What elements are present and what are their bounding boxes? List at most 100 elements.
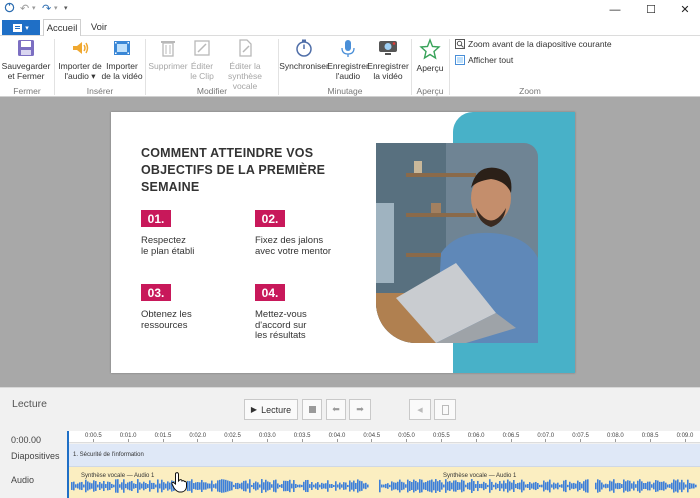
- stop-icon: [308, 406, 316, 413]
- waveform-bar: [523, 481, 525, 491]
- waveform-bar: [287, 481, 289, 491]
- waveform-bar: [603, 484, 605, 488]
- ruler-tick: [93, 439, 94, 442]
- waveform-bar: [531, 483, 533, 489]
- audio-track[interactable]: Synthèse vocale — Audio 1 Synthèse vocal…: [67, 467, 700, 498]
- import-audio-button[interactable]: Importer de l'audio ▾: [57, 38, 103, 81]
- waveform-bar: [347, 484, 349, 488]
- objective-badge-3: 03.: [141, 284, 171, 301]
- waveform-bar: [525, 484, 527, 488]
- ruler-tick: [371, 439, 373, 442]
- record-audio-button[interactable]: Enregistrer l'audio: [327, 38, 369, 81]
- group-fermer: Fermer: [13, 86, 41, 96]
- waveform-bar: [691, 483, 693, 489]
- maximize-button[interactable]: ☐: [634, 0, 668, 19]
- next-button[interactable]: ➡: [349, 399, 371, 420]
- undo-dropdown-icon[interactable]: ▾: [32, 2, 36, 16]
- waveform-bar: [85, 479, 87, 493]
- waveform-bar: [583, 481, 585, 491]
- waveform-bar: [127, 482, 129, 490]
- sync-label: Synchroniser: [279, 61, 329, 71]
- track-label-slides: Diapositives: [11, 451, 60, 461]
- waveform-bar: [335, 481, 337, 491]
- save-close-button[interactable]: Sauvegarder et Fermer: [2, 38, 50, 81]
- tab-accueil[interactable]: Accueil: [43, 19, 81, 37]
- waveform-bar: [661, 481, 663, 491]
- waveform-bar: [315, 483, 317, 489]
- edit-clip-button[interactable]: Éditer le Clip: [186, 38, 218, 81]
- undo-icon[interactable]: ↶: [20, 2, 29, 16]
- slide-clip-label: 1. Sécurité de l'information: [73, 452, 144, 458]
- waveform-bar: [605, 483, 607, 489]
- waveform-bar: [153, 482, 155, 490]
- import-video-button[interactable]: Importer de la vidéo: [101, 38, 143, 81]
- menu-icon: [13, 23, 23, 32]
- zoom-in-icon: [455, 39, 465, 49]
- edit-clip-icon: [194, 40, 210, 56]
- waveform-bar: [295, 483, 297, 489]
- minimize-button[interactable]: —: [598, 0, 632, 19]
- marker-button[interactable]: ◀: [409, 399, 431, 420]
- waveform-bar: [673, 479, 675, 493]
- waveform-bar: [519, 482, 521, 490]
- record-video-button[interactable]: Enregistrer la vidéo: [367, 38, 409, 81]
- waveform-bar: [549, 479, 551, 493]
- redo-dropdown-icon[interactable]: ▾: [54, 2, 58, 16]
- waveform-bar: [111, 483, 113, 489]
- playhead[interactable]: [67, 431, 69, 498]
- waveform-bar: [623, 479, 625, 493]
- waveform-bar: [533, 482, 535, 490]
- waveform-bar: [677, 479, 679, 493]
- customize-toolbar-icon[interactable]: ▾: [64, 2, 68, 16]
- waveform-bar: [267, 481, 269, 491]
- previous-button[interactable]: ⬅: [326, 399, 346, 420]
- show-all-button[interactable]: Afficher tout: [455, 55, 513, 65]
- waveform-bar: [73, 481, 75, 491]
- delete-button[interactable]: Supprimer: [147, 38, 189, 71]
- objective-text-2: Fixez des jalons avec votre mentor: [255, 235, 332, 257]
- waveform-bar: [301, 484, 303, 488]
- split-button[interactable]: [434, 399, 456, 420]
- waveform-bar: [485, 483, 487, 489]
- waveform-bar: [207, 483, 209, 489]
- edit-tts-button[interactable]: Éditer la synthèse vocale: [215, 38, 275, 91]
- waveform-bar: [687, 479, 689, 493]
- waveform-bar: [689, 482, 691, 490]
- waveform-bar: [555, 483, 557, 489]
- zoom-slide-button[interactable]: Zoom avant de la diapositive courante: [455, 39, 612, 49]
- slide-preview[interactable]: COMMENT ATTEINDRE VOS OBJECTIFS DE LA PR…: [111, 112, 575, 373]
- waveform-bar: [521, 479, 523, 493]
- waveform-bar: [501, 483, 503, 489]
- close-button[interactable]: ✕: [668, 0, 700, 19]
- waveform-bar: [163, 482, 165, 490]
- waveform-bar: [487, 484, 489, 488]
- waveform-bar: [101, 483, 103, 489]
- waveform-bar: [131, 480, 133, 492]
- waveform-bar: [361, 481, 363, 491]
- waveform-bar: [219, 479, 221, 493]
- time-ruler[interactable]: 0:00.5 0:01.0 0:01.5 0:02.0 0:02.5 0:03.0 0:03…: [67, 431, 700, 443]
- play-button[interactable]: ▶ Lecture: [244, 399, 298, 420]
- stop-button[interactable]: [302, 399, 322, 420]
- file-menu-button[interactable]: ▾: [2, 20, 40, 35]
- preview-button[interactable]: Aperçu: [413, 38, 447, 73]
- waveform-bar: [505, 483, 507, 489]
- waveform-bar: [641, 481, 643, 491]
- waveform-bar: [483, 481, 485, 491]
- waveform-bar: [559, 484, 561, 488]
- waveform-bar: [303, 481, 305, 491]
- objective-text-4: Mettez-vous d'accord sur les résultats: [255, 309, 307, 341]
- waveform-bar: [313, 484, 315, 488]
- ruler-tick: [580, 439, 582, 442]
- slides-track[interactable]: 1. Sécurité de l'information: [67, 444, 700, 467]
- waveform-bar: [619, 483, 621, 489]
- waveform-bar: [325, 483, 327, 489]
- tab-voir[interactable]: Voir: [84, 19, 114, 36]
- waveform-bar: [477, 480, 479, 492]
- film-icon: [114, 41, 130, 55]
- waveform-bar: [289, 479, 291, 493]
- waveform-bar: [465, 484, 467, 488]
- redo-icon[interactable]: ↷: [42, 2, 51, 16]
- waveform-bar: [573, 482, 575, 490]
- sync-button[interactable]: Synchroniser: [279, 38, 329, 71]
